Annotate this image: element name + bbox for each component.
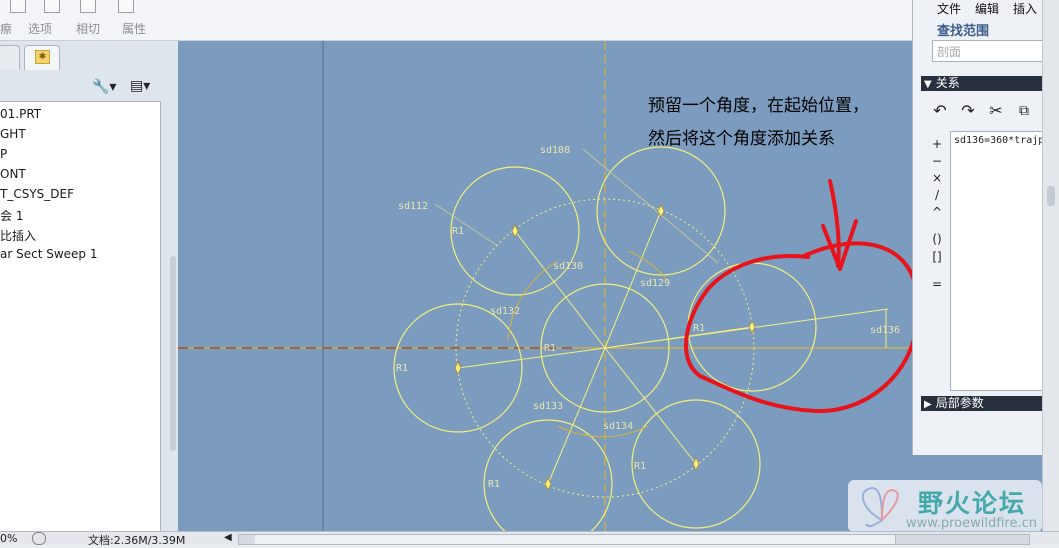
model-tree: 01.PRT GHT P ONT T_CSYS_DEF 会 1 比插入 ar S… — [0, 101, 161, 533]
menu-edit[interactable]: 编辑 — [975, 0, 999, 17]
tree-item[interactable]: 01.PRT — [0, 107, 41, 121]
zoom-level: 0% — [0, 532, 18, 545]
tab-model-tree[interactable] — [0, 45, 20, 70]
graphics-window[interactable]: sd108 sd112 sd130 sd129 sd132 sd136 sd13… — [178, 41, 912, 531]
dimension-label[interactable]: sd129 — [640, 278, 670, 289]
watermark-brand: 野火论坛 — [918, 489, 1027, 518]
settings-icon[interactable]: 🔧▾ — [92, 79, 116, 95]
angle-reference-line — [604, 308, 889, 349]
annotation-text-line1: 预留一个角度，在起始位置， — [648, 96, 869, 116]
scrollbar-thumb[interactable] — [255, 535, 896, 544]
spoke-line — [604, 347, 697, 465]
find-scope-field[interactable]: 剖面 — [932, 40, 1059, 62]
dimension-label[interactable]: sd130 — [553, 261, 583, 272]
radius-label: R1 — [693, 323, 705, 334]
toolbar-item[interactable]: 瘵 — [0, 20, 12, 37]
scroll-left-icon[interactable]: ◀ — [224, 532, 232, 543]
properties-icon[interactable] — [118, 0, 134, 13]
spoke-line — [457, 347, 606, 369]
toolbar-options[interactable]: 选项 — [28, 20, 52, 37]
local-params-section-header[interactable]: ▶ 局部参数 — [921, 396, 1059, 411]
radius-label: R1 — [452, 226, 464, 237]
power-button[interactable]: ^ — [927, 205, 947, 219]
document-memory: 文档:2.36M/3.39M — [88, 534, 186, 547]
radius-label: R1 — [634, 461, 646, 472]
tab-folder[interactable]: ✱ — [24, 45, 60, 70]
tree-toolbar: 🔧▾ ▤▾ — [0, 73, 170, 101]
watermark-url: www.proewildfire.cn — [906, 516, 1037, 531]
relations-section-header[interactable]: ▼ 关系 — [921, 76, 1059, 91]
tangent-icon[interactable] — [80, 0, 96, 13]
toolbar-tangent[interactable]: 相切 — [76, 20, 100, 37]
toolbar-properties[interactable]: 属性 — [122, 20, 146, 37]
dimension-leader — [582, 148, 719, 264]
radius-label: R1 — [396, 363, 408, 374]
dimension-leader — [434, 203, 499, 247]
annotation-text-line2: 然后将这个角度添加关系 — [648, 129, 835, 149]
show-icon[interactable]: ▤▾ — [130, 78, 150, 94]
parentheses-button[interactable]: () — [927, 232, 947, 246]
radius-label: R1 — [488, 479, 500, 490]
redo-icon[interactable]: ↷ — [957, 100, 979, 122]
dimension-label[interactable]: sd132 — [490, 306, 520, 317]
model-tree-panel: ✱ 🔧▾ ▤▾ 01.PRT GHT P ONT T_CSYS_DEF 会 1 … — [0, 41, 179, 533]
plus-button[interactable]: + — [927, 137, 947, 151]
multiply-button[interactable]: × — [927, 171, 947, 185]
minus-button[interactable]: − — [927, 154, 947, 168]
menu-insert[interactable]: 插入 — [1013, 0, 1037, 17]
point-marker — [454, 361, 462, 375]
tree-item[interactable]: ar Sect Sweep 1 — [0, 247, 97, 261]
tree-item[interactable]: 比插入 — [0, 227, 36, 244]
right-scrollbar[interactable] — [1042, 0, 1059, 531]
tree-item[interactable]: T_CSYS_DEF — [0, 187, 74, 201]
dimension-label[interactable]: sd112 — [398, 201, 428, 212]
brackets-button[interactable]: [] — [927, 250, 947, 264]
undo-icon[interactable]: ↶ — [929, 100, 951, 122]
point-marker — [511, 224, 519, 238]
top-toolbar: 瘵 选项 相切 属性 — [0, 0, 912, 41]
spoke-line — [514, 230, 606, 349]
options-icon[interactable] — [44, 0, 60, 13]
tree-item[interactable]: P — [0, 147, 7, 161]
equals-button[interactable]: = — [927, 277, 947, 291]
status-icon[interactable] — [32, 532, 46, 545]
menu-file[interactable]: 文件 — [937, 0, 961, 17]
radius-label: R1 — [544, 343, 556, 354]
collapse-triangle-icon: ▶ — [924, 399, 932, 410]
status-bar: 0% 文档:2.36M/3.39M ◀ — [0, 531, 1059, 547]
expand-triangle-icon: ▼ — [924, 79, 932, 90]
butterfly-icon — [861, 486, 899, 528]
toolbar-icon[interactable] — [10, 0, 26, 13]
spoke-line — [547, 347, 606, 485]
find-scope-title: 查找范围 — [937, 24, 990, 39]
cut-icon[interactable]: ✂ — [985, 100, 1007, 122]
dimension-label[interactable]: sd133 — [533, 401, 563, 412]
tree-item[interactable]: GHT — [0, 127, 26, 141]
dimension-label[interactable]: sd134 — [603, 421, 633, 432]
folder-icon: ✱ — [35, 50, 50, 64]
relations-title: 关系 — [935, 76, 960, 90]
tree-item[interactable]: ONT — [0, 167, 26, 181]
divide-button[interactable]: / — [927, 188, 947, 202]
watermark-logo: 野火论坛 www.proewildfire.cn — [848, 480, 1042, 532]
point-marker — [748, 320, 756, 334]
copy-icon[interactable]: ⧉ — [1013, 100, 1035, 122]
tree-item[interactable]: 会 1 — [0, 207, 23, 224]
relations-dialog: 文件 编辑 插入 查找范围 剖面 ▼ 关系 ↶ ↷ ✂ ⧉ + − × / ^ (… — [912, 0, 1059, 455]
dimension-label[interactable]: sd136 — [870, 325, 900, 336]
operator-column: + − × / ^ () [] = — [927, 132, 949, 392]
local-params-title: 局部参数 — [935, 396, 984, 410]
dimension-arc — [507, 260, 559, 342]
sash-handle[interactable] — [170, 256, 176, 451]
scrollbar-thumb[interactable] — [1047, 186, 1055, 206]
horizontal-scrollbar[interactable] — [238, 534, 1030, 545]
dimension-label[interactable]: sd108 — [540, 145, 570, 156]
relations-toolbar: ↶ ↷ ✂ ⧉ — [921, 97, 1059, 125]
point-marker — [692, 457, 700, 471]
